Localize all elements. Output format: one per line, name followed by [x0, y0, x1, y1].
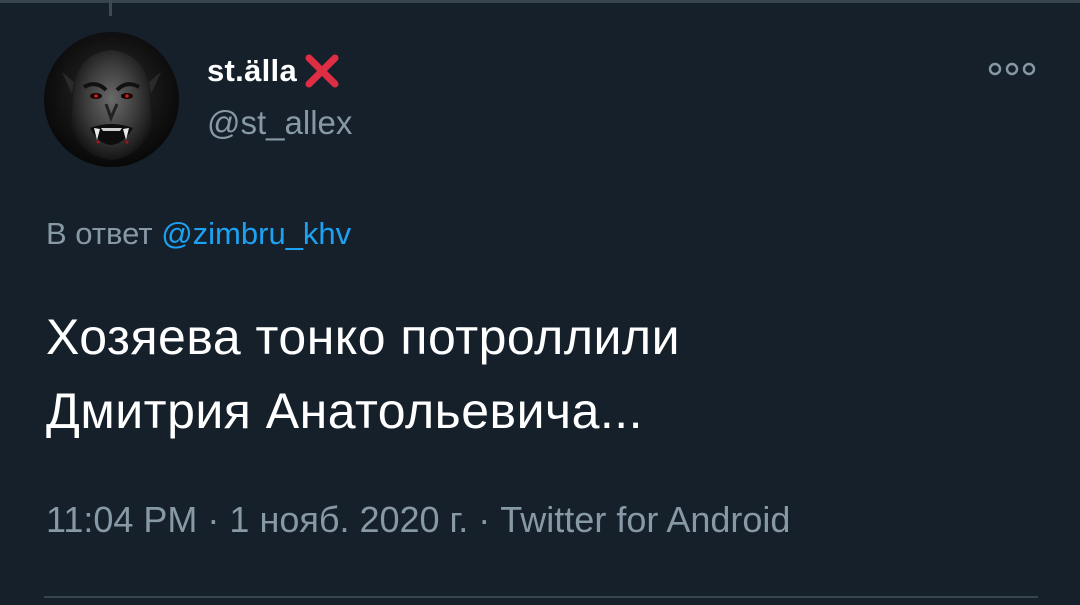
reply-context: В ответ @zimbru_khv [46, 216, 351, 252]
tweet-text-line: Дмитрия Анатольевича... [46, 383, 644, 439]
more-options-button[interactable] [984, 54, 1040, 84]
reply-prefix: В ответ [46, 216, 153, 251]
tweet-metadata: 11:04 PM · 1 нояб. 2020 г. · Twitter for And… [46, 499, 790, 541]
vampire-face-avatar-image [44, 32, 179, 167]
more-options-icon [988, 62, 1036, 76]
top-divider [0, 0, 1080, 3]
display-name[interactable]: st.älla [207, 53, 297, 89]
tweet-time[interactable]: 11:04 PM [46, 499, 197, 540]
reply-to-mention[interactable]: @zimbru_khv [161, 216, 351, 251]
cross-mark-emoji-icon [301, 50, 343, 92]
avatar[interactable] [44, 32, 179, 167]
bottom-divider [44, 596, 1038, 598]
tweet-page: st.älla @st_allex В ответ @zimbru_khv Хо… [0, 0, 1080, 605]
tweet-text-line: Хозяева тонко потроллили [46, 309, 681, 365]
tweet-source[interactable]: Twitter for Android [500, 499, 790, 540]
separator-dot: · [207, 499, 220, 540]
separator-dot: · [478, 499, 491, 540]
user-handle[interactable]: @st_allex [207, 104, 352, 142]
display-name-row: st.älla [207, 48, 343, 94]
tweet-date[interactable]: 1 нояб. 2020 г. [229, 499, 468, 540]
thread-connector [109, 0, 112, 16]
tweet-text: Хозяева тонко потроллили Дмитрия Анатоль… [46, 300, 1026, 448]
